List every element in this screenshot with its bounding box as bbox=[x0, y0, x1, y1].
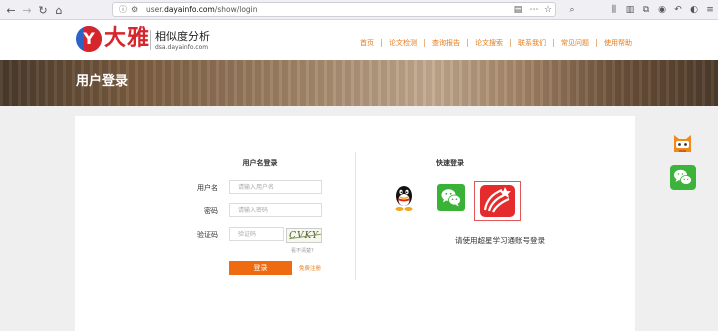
tracking-icon[interactable]: ⚙ bbox=[131, 5, 140, 14]
forward-icon[interactable]: → bbox=[20, 3, 34, 17]
page-title: 用户登录 bbox=[76, 74, 129, 89]
bookmark-star-icon[interactable]: ☆ bbox=[542, 4, 554, 16]
nav-divider bbox=[381, 39, 382, 47]
main-nav: 首页 论文检测 查询报告 论文搜索 联系我们 常见问题 使用帮助 bbox=[360, 37, 632, 49]
username-label: 用户名 bbox=[197, 184, 218, 192]
nav-help[interactable]: 使用帮助 bbox=[604, 37, 632, 49]
reader-icon[interactable]: ▤ bbox=[512, 4, 524, 16]
url-domain: dayainfo.com bbox=[164, 5, 215, 14]
captcha-label: 验证码 bbox=[197, 231, 218, 239]
username-input[interactable] bbox=[229, 180, 322, 194]
library-icon[interactable]: ⫼ bbox=[608, 4, 620, 16]
captcha-refresh-link[interactable]: 看不清楚? bbox=[291, 247, 314, 254]
back-icon[interactable]: ← bbox=[4, 3, 18, 17]
screenshot-icon[interactable]: ⧉ bbox=[640, 4, 652, 16]
username-login-heading: 用户名登录 bbox=[242, 159, 278, 167]
nav-contact[interactable]: 联系我们 bbox=[518, 37, 546, 49]
logo-tagline: 相似度分析 bbox=[155, 30, 210, 43]
logo-divider bbox=[150, 30, 151, 50]
search-icon[interactable]: ⌕ bbox=[566, 4, 578, 16]
home-icon[interactable]: ⌂ bbox=[52, 3, 66, 17]
logo-text[interactable]: 大雅 bbox=[104, 26, 150, 50]
nav-divider bbox=[596, 39, 597, 47]
login-button[interactable]: 登录 bbox=[229, 261, 292, 275]
undo-icon[interactable]: ↶ bbox=[672, 4, 684, 16]
reload-icon[interactable]: ↻ bbox=[36, 3, 50, 17]
address-bar[interactable]: ⓘ ⚙ user.dayainfo.com/show/login bbox=[112, 2, 556, 17]
url-text: user.dayainfo.com/show/login bbox=[146, 5, 258, 14]
password-label: 密码 bbox=[204, 207, 218, 215]
captcha-input[interactable] bbox=[229, 227, 284, 241]
menu-icon[interactable]: ≡ bbox=[704, 4, 716, 16]
nav-divider bbox=[424, 39, 425, 47]
quick-login-heading: 快速登录 bbox=[436, 159, 464, 167]
app-download-icon[interactable] bbox=[670, 131, 695, 156]
nav-divider bbox=[510, 39, 511, 47]
nav-divider bbox=[553, 39, 554, 47]
chat-icon[interactable]: ◉ bbox=[656, 4, 668, 16]
wechat-float-icon[interactable] bbox=[670, 165, 696, 190]
sidebar-icon[interactable]: ▥ bbox=[624, 4, 636, 16]
column-divider bbox=[355, 152, 356, 280]
qq-login-icon[interactable] bbox=[390, 183, 418, 213]
chaoxing-login-hint: 请使用超星学习通账号登录 bbox=[455, 236, 545, 245]
register-link[interactable]: 免费注册 bbox=[299, 264, 321, 272]
page-actions-icon[interactable]: ⋯ bbox=[528, 4, 540, 16]
account-icon[interactable]: ◐ bbox=[688, 4, 700, 16]
info-icon[interactable]: ⓘ bbox=[119, 4, 128, 15]
nav-paper-check[interactable]: 论文检测 bbox=[389, 37, 417, 49]
password-input[interactable] bbox=[229, 203, 322, 217]
url-path: /show/login bbox=[214, 5, 258, 14]
nav-divider bbox=[467, 39, 468, 47]
logo-mark-icon[interactable]: Y bbox=[76, 26, 102, 52]
nav-faq[interactable]: 常见问题 bbox=[561, 37, 589, 49]
nav-paper-search[interactable]: 论文搜索 bbox=[475, 37, 503, 49]
chaoxing-login-icon[interactable] bbox=[474, 181, 521, 221]
nav-home[interactable]: 首页 bbox=[360, 37, 374, 49]
captcha-image[interactable]: CVKY bbox=[286, 228, 322, 243]
logo-domain: dsa.dayainfo.com bbox=[155, 44, 209, 51]
url-prefix: user. bbox=[146, 5, 165, 14]
nav-query-report[interactable]: 查询报告 bbox=[432, 37, 460, 49]
wechat-login-icon[interactable] bbox=[437, 184, 465, 211]
